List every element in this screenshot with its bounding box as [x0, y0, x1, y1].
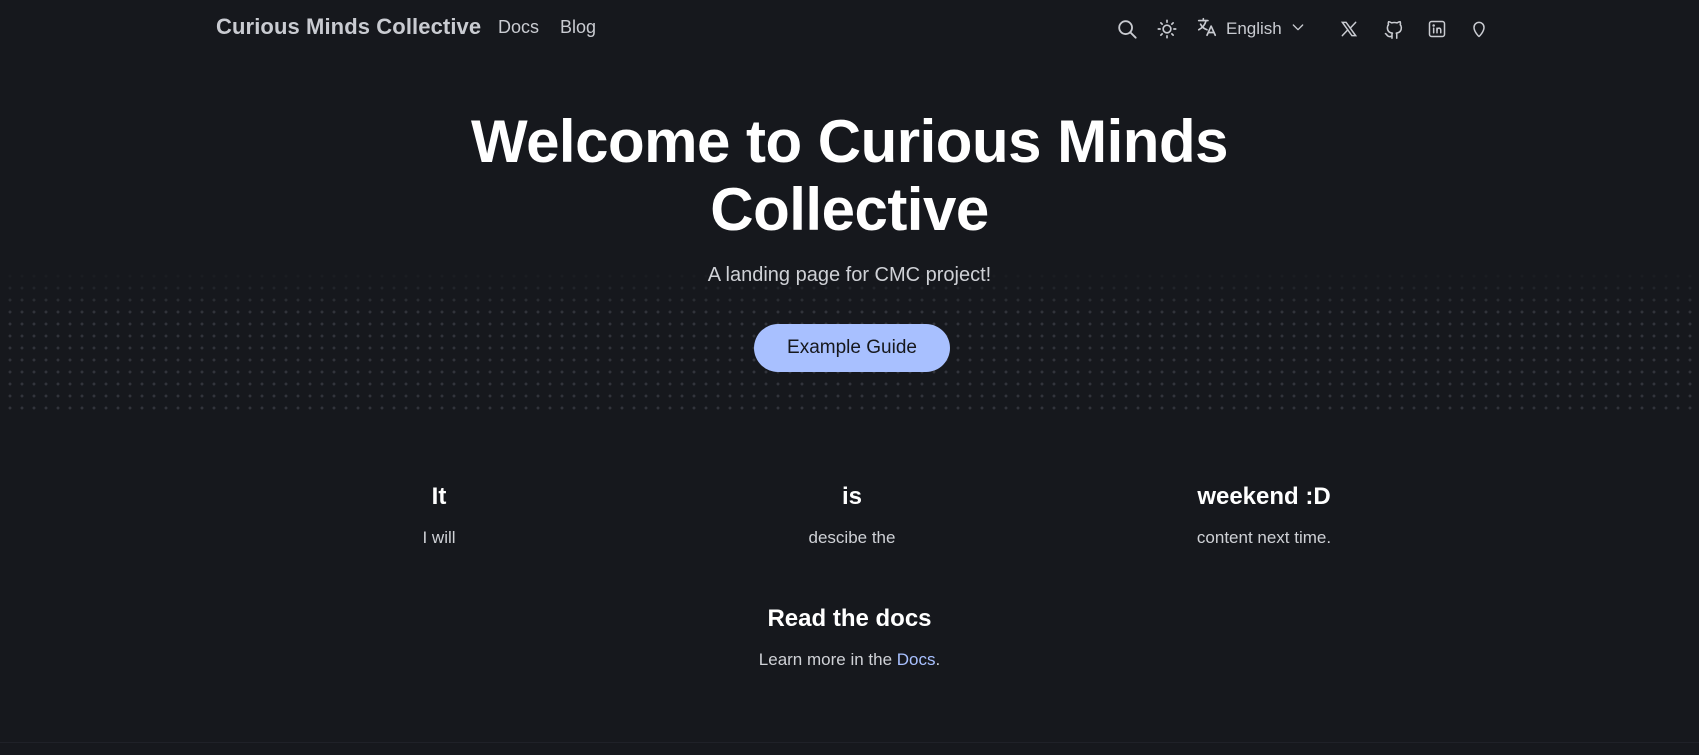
feature-card: It I will	[289, 480, 589, 550]
hero-title-line-2: Collective	[710, 176, 989, 243]
linkedin-icon[interactable]	[1424, 16, 1450, 42]
read-docs-text: Learn more in the Docs.	[0, 648, 1699, 672]
search-icon[interactable]	[1114, 16, 1140, 42]
sun-icon[interactable]	[1154, 16, 1180, 42]
hero-subtitle: A landing page for CMC project!	[707, 264, 992, 286]
example-guide-button[interactable]: Example Guide	[754, 324, 950, 372]
feature-title: weekend :D	[1197, 483, 1331, 510]
translate-icon	[1196, 16, 1218, 43]
footer-divider	[0, 742, 1699, 743]
docs-link[interactable]: Docs	[897, 650, 936, 669]
github-icon[interactable]	[1381, 16, 1407, 42]
hero-title: Welcome to Curious Minds Collective	[0, 108, 1699, 244]
feature-card: is descibe the	[702, 480, 1002, 550]
chevron-down-icon	[1290, 19, 1306, 40]
pin-icon[interactable]	[1466, 16, 1492, 42]
feature-description: descibe the	[808, 528, 896, 547]
read-docs-text-before: Learn more in the	[758, 650, 897, 669]
feature-title: is	[841, 483, 862, 510]
feature-title: It	[431, 483, 447, 510]
feature-description: I will	[422, 528, 456, 547]
hero-title-line-1: Welcome to Curious Minds	[471, 108, 1228, 175]
nav-link-docs[interactable]: Docs	[498, 17, 539, 38]
language-switcher[interactable]: English	[1196, 16, 1306, 42]
language-label: English	[1226, 19, 1282, 38]
page: Curious Minds Collective Docs Blog Engli…	[0, 0, 1699, 755]
feature-card: weekend :D content next time.	[1114, 480, 1414, 550]
read-docs-text-after: .	[935, 650, 941, 669]
feature-description: content next time.	[1196, 528, 1332, 547]
read-docs-title: Read the docs	[767, 605, 932, 632]
read-docs-section: Read the docs Learn more in the Docs.	[0, 602, 1699, 672]
x-twitter-icon[interactable]	[1336, 16, 1362, 42]
nav-link-blog[interactable]: Blog	[560, 17, 596, 38]
navbar: Curious Minds Collective Docs Blog Engli…	[0, 0, 1699, 58]
hero-section: Welcome to Curious Minds Collective A la…	[0, 58, 1699, 418]
site-brand-link[interactable]: Curious Minds Collective	[216, 14, 481, 40]
